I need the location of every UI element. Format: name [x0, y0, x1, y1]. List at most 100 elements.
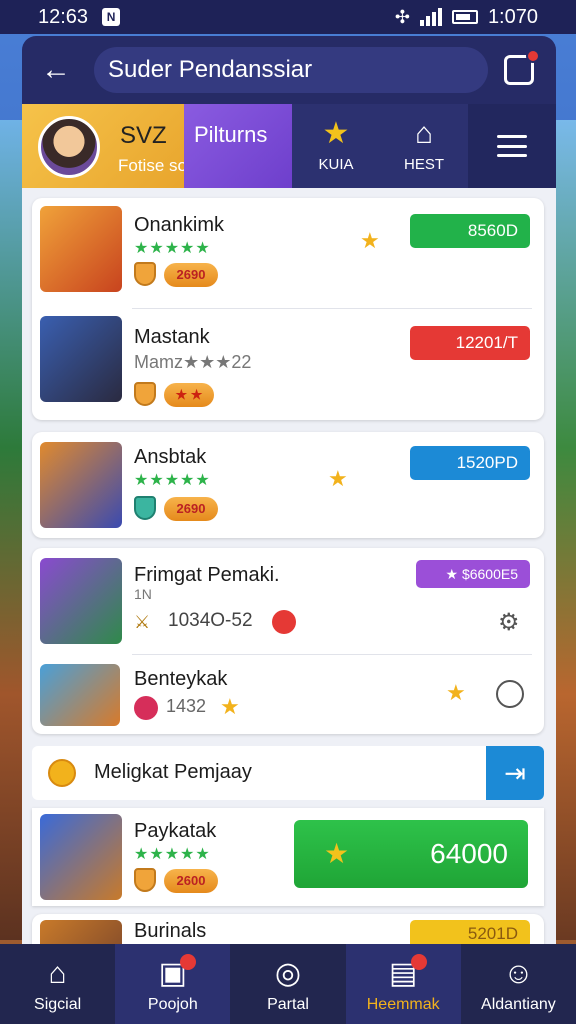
avatar	[38, 116, 100, 178]
menu-button[interactable]	[468, 104, 556, 188]
nav-label: Poojoh	[147, 996, 198, 1013]
star-icon: ★	[322, 117, 350, 150]
tab-pilturns-label: Pilturns	[194, 122, 268, 147]
list-item[interactable]: Onankimk ★★★★★ 2690 ★ 8560D	[32, 198, 544, 306]
helmet-icon: ⌂	[414, 117, 434, 150]
hero-portrait	[40, 316, 122, 402]
page-title: Suder Pendanssiar	[94, 47, 488, 93]
item-name: Benteykak	[134, 668, 228, 690]
hero-portrait	[40, 558, 122, 644]
price-button[interactable]: 1520PD	[410, 446, 530, 480]
nav-heemmak[interactable]: ▤ Heemmak	[345, 944, 461, 1024]
tab-hest[interactable]: ⌂ HEST	[380, 104, 468, 188]
list-item[interactable]: Ansbtak ★★★★★ 2690 ★ 1520PD	[32, 432, 544, 538]
price-button[interactable]: 8560D	[410, 214, 530, 248]
bottom-nav: ⌂ Sigcial ▣ Poojoh ◎ Partal ▤ Heemmak ☺ …	[0, 944, 576, 1024]
home-icon: ⌂	[48, 957, 67, 990]
back-arrow-icon[interactable]: ←	[36, 50, 76, 90]
status-time: 12:63	[38, 5, 89, 28]
tab-profile[interactable]: SVZ Fotise sopeenlan	[22, 104, 247, 188]
signal-icon	[419, 8, 442, 26]
notification-dot	[526, 49, 540, 63]
gift-icon: ▣	[158, 957, 187, 990]
gear-icon[interactable]: ⚙	[498, 608, 520, 637]
swords-icon: ⚔	[134, 612, 151, 632]
hamburger-icon	[497, 135, 527, 157]
buy-button-value: 64000	[430, 838, 508, 869]
item-badge: 2690	[164, 497, 218, 521]
go-arrow-icon[interactable]: ⇥	[486, 746, 544, 800]
top-tabs: SVZ Fotise sopeenlan Pilturns ★ KUIA ⌂ H…	[22, 104, 556, 188]
notification-dot	[410, 954, 427, 970]
ruby-icon	[272, 610, 296, 634]
hero-portrait	[40, 206, 122, 292]
item-value: 1432	[166, 696, 207, 716]
item-name: Paykatak	[134, 820, 217, 842]
notification-icon: N	[102, 8, 121, 26]
star-icon: ★	[220, 694, 240, 719]
price-button[interactable]: ★ $6600E5	[416, 560, 530, 588]
nav-aldantiany[interactable]: ☺ Aldantiany	[461, 944, 576, 1024]
price-button[interactable]: 5201D	[410, 920, 530, 944]
featured-card: Paykatak ★★★★★ 2600 ★ 64000	[32, 808, 544, 906]
shield-icon	[134, 262, 156, 286]
nav-label: Heemmak	[366, 996, 440, 1013]
list-item[interactable]: Benteykak 1432 ★ ★	[32, 656, 544, 734]
coin-icon	[48, 759, 76, 787]
status-bar: 12:63 N ✣ 1:070	[0, 0, 576, 34]
item-badge: 2600	[164, 869, 218, 893]
banner-text: Meligkat Pemjaay	[94, 761, 252, 783]
status-clock: 1:070	[487, 5, 538, 28]
hero-portrait	[40, 920, 122, 944]
item-card: Ansbtak ★★★★★ 2690 ★ 1520PD	[32, 432, 544, 538]
inbox-icon[interactable]	[504, 49, 540, 85]
nav-sigcial[interactable]: ⌂ Sigcial	[0, 944, 115, 1024]
shield-icon	[134, 868, 156, 892]
star-icon: ★	[324, 838, 350, 869]
rating-stars: ★★★★★	[134, 846, 211, 863]
vibrate-icon: ✣	[394, 6, 410, 27]
item-badge: 2690	[164, 263, 218, 287]
compass-icon[interactable]	[496, 680, 524, 708]
item-name: Frimgat Pemaki.	[134, 564, 280, 586]
shop-icon: ▤	[389, 957, 418, 990]
item-card: Frimgat Pemaki. 1N ⚔ 1034O-52 ★ $6600E5 …	[32, 548, 544, 734]
price-button[interactable]: 12201/T	[410, 326, 530, 360]
nav-partal[interactable]: ◎ Partal	[230, 944, 345, 1024]
item-card: Burinals 5201D	[32, 914, 544, 944]
nav-label: Aldantiany	[481, 996, 556, 1013]
user-icon: ☺	[503, 957, 534, 990]
item-list-panel: Onankimk ★★★★★ 2690 ★ 8560D Mastank Mamz…	[22, 188, 556, 944]
buy-button[interactable]: ★ 64000	[294, 820, 528, 888]
star-icon: ★	[446, 680, 466, 705]
promo-banner[interactable]: Meligkat Pemjaay ⇥	[32, 746, 544, 800]
item-subtitle: 1N	[134, 586, 152, 602]
star-icon: ★	[360, 228, 380, 253]
nav-poojoh[interactable]: ▣ Poojoh	[115, 944, 231, 1024]
divider	[132, 308, 532, 309]
profile-name: SVZ	[120, 122, 167, 149]
divider	[132, 654, 532, 655]
tab-pilturns[interactable]: Pilturns	[184, 104, 292, 188]
tab-kuia-label: KUIA	[318, 156, 354, 173]
tab-kuia[interactable]: ★ KUIA	[292, 104, 380, 188]
rating-stars: ★★★★★	[134, 240, 211, 257]
hero-portrait	[40, 814, 122, 900]
list-item[interactable]: Mastank Mamz★★★22 ★ ★ 12201/T	[32, 310, 544, 418]
item-card: Onankimk ★★★★★ 2690 ★ 8560D Mastank Mamz…	[32, 198, 544, 420]
hero-portrait	[40, 664, 120, 726]
compass-icon: ◎	[274, 957, 302, 990]
nav-label: Partal	[267, 996, 309, 1013]
item-name: Mastank	[134, 326, 210, 348]
star-icon: ★	[328, 466, 348, 491]
tab-hest-label: HEST	[403, 156, 444, 173]
ruby-icon	[134, 696, 158, 720]
shield-icon	[134, 496, 156, 520]
item-value: 1034O-52	[168, 610, 253, 631]
item-name: Ansbtak	[134, 446, 207, 468]
nav-label: Sigcial	[34, 996, 82, 1013]
list-item[interactable]: Frimgat Pemaki. 1N ⚔ 1034O-52 ★ $6600E5 …	[32, 548, 544, 652]
app-header: ← Suder Pendanssiar	[22, 36, 556, 104]
item-subtitle: Mamz★★★22	[134, 352, 252, 372]
shield-icon	[134, 382, 156, 406]
